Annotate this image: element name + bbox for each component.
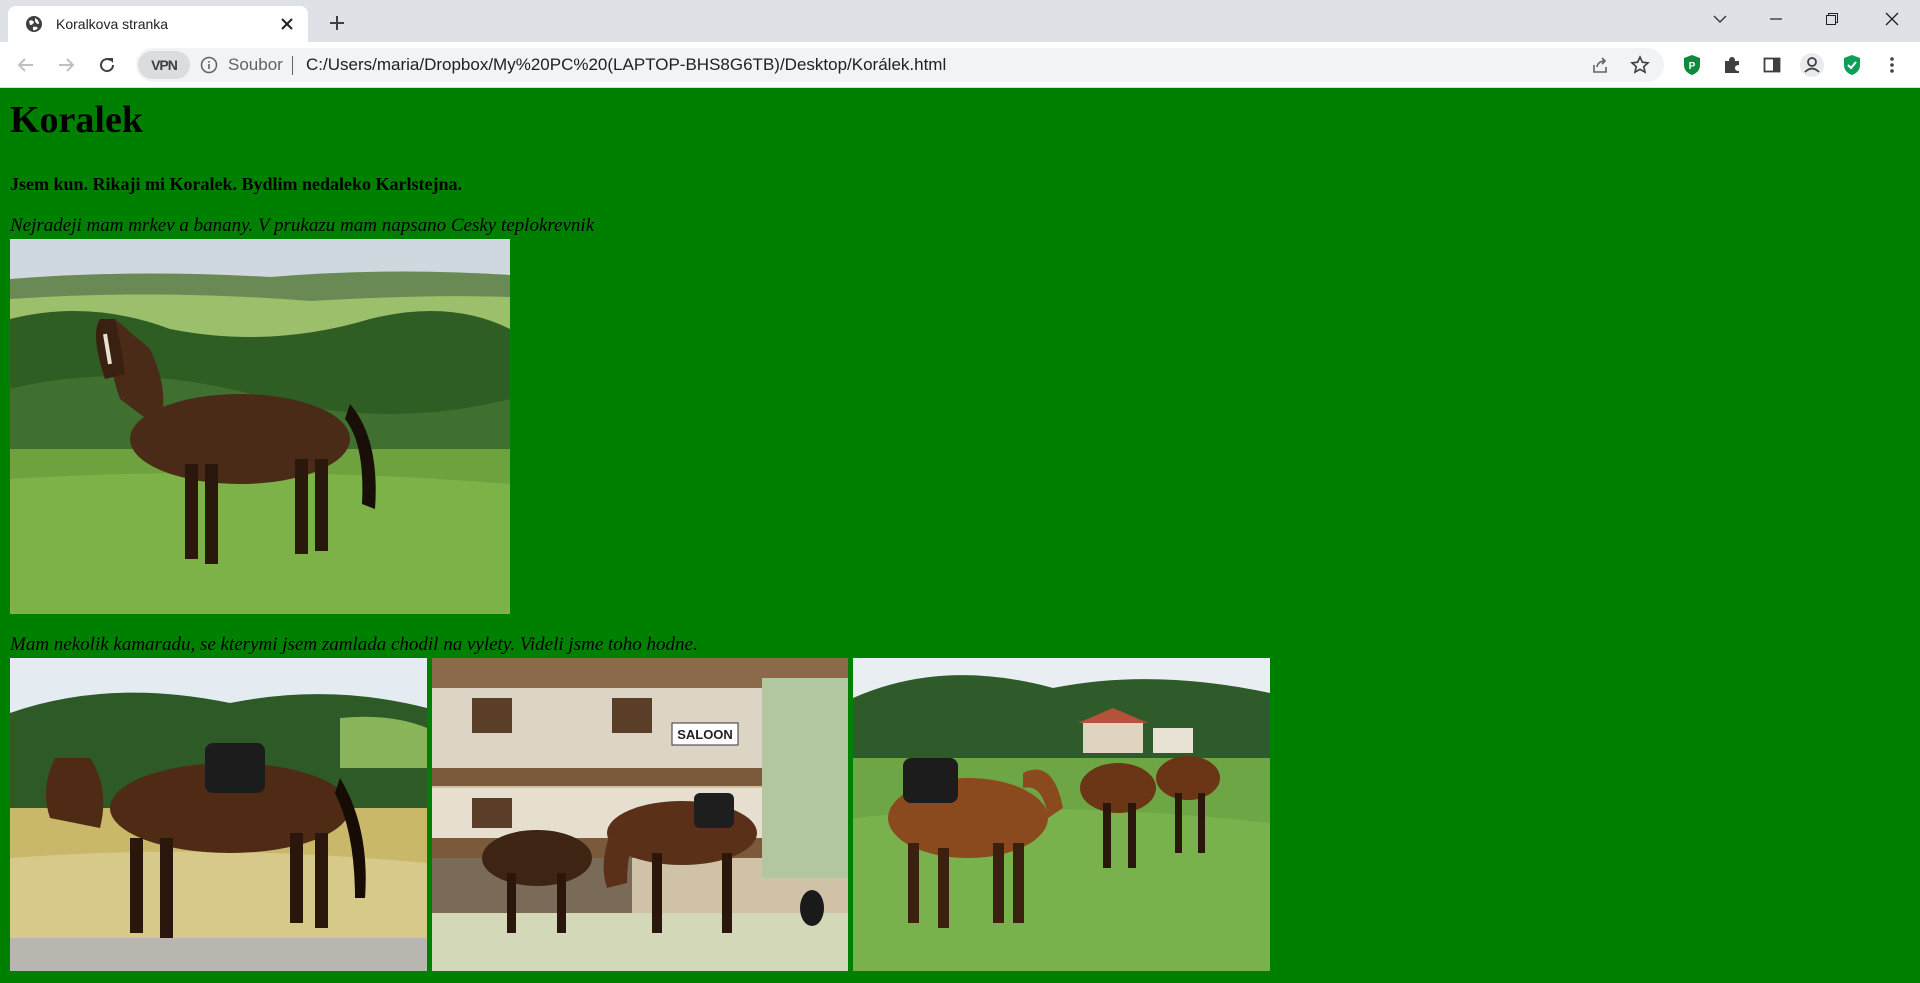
intro-text: Nejradeji mam mrkev a banany. V prukazu … <box>10 215 595 236</box>
minimize-icon[interactable] <box>1748 0 1804 38</box>
svg-text:P: P <box>1689 61 1696 72</box>
browser-toolbar: VPN Soubor C:/Users/maria/Dropbox/My%20P… <box>0 42 1920 88</box>
close-tab-icon[interactable] <box>276 13 298 35</box>
close-window-icon[interactable] <box>1864 0 1920 38</box>
privacy-extension-icon[interactable]: P <box>1676 49 1708 81</box>
globe-icon <box>24 14 44 34</box>
friends-text: Mam nekolik kamaradu, se kterymi jsem za… <box>10 634 698 655</box>
forward-arrow-icon[interactable] <box>50 49 82 81</box>
extensions-puzzle-icon[interactable] <box>1716 49 1748 81</box>
side-panel-icon[interactable] <box>1756 49 1788 81</box>
info-icon[interactable] <box>200 56 218 74</box>
page-subheading: Jsem kun. Rikaji mi Koralek. Bydlim neda… <box>10 174 463 194</box>
restore-icon[interactable] <box>1804 0 1860 38</box>
browser-tab[interactable]: Koralkova stranka <box>8 6 308 42</box>
scheme-label: Soubor <box>228 55 283 74</box>
profile-avatar-icon[interactable] <box>1796 49 1828 81</box>
reload-icon[interactable] <box>91 49 123 81</box>
web-page: Koralek Jsem kun. Rikaji mi Koralek. Byd… <box>0 88 1920 983</box>
url-text[interactable]: C:/Users/maria/Dropbox/My%20PC%20(LAPTOP… <box>306 55 946 75</box>
back-arrow-icon[interactable] <box>10 49 42 81</box>
friends-photo-1 <box>10 658 427 971</box>
security-shield-icon[interactable] <box>1836 49 1868 81</box>
tab-search-chevron-icon[interactable] <box>1692 0 1748 38</box>
friends-photo-2: SALOON <box>432 658 848 971</box>
menu-kebab-icon[interactable] <box>1876 49 1908 81</box>
page-heading: Koralek <box>10 99 143 141</box>
koralek-photo <box>10 239 510 614</box>
share-icon[interactable] <box>1588 53 1612 77</box>
bookmark-star-icon[interactable] <box>1628 53 1652 77</box>
tab-strip: Koralkova stranka <box>0 0 1920 42</box>
address-bar[interactable]: VPN Soubor C:/Users/maria/Dropbox/My%20P… <box>136 48 1664 82</box>
tab-title: Koralkova stranka <box>56 16 169 32</box>
url-separator <box>292 56 293 75</box>
new-tab-icon[interactable] <box>322 8 352 38</box>
saloon-sign-text: SALOON <box>677 727 733 742</box>
friends-photo-3 <box>853 658 1270 971</box>
vpn-badge[interactable]: VPN <box>138 51 190 79</box>
